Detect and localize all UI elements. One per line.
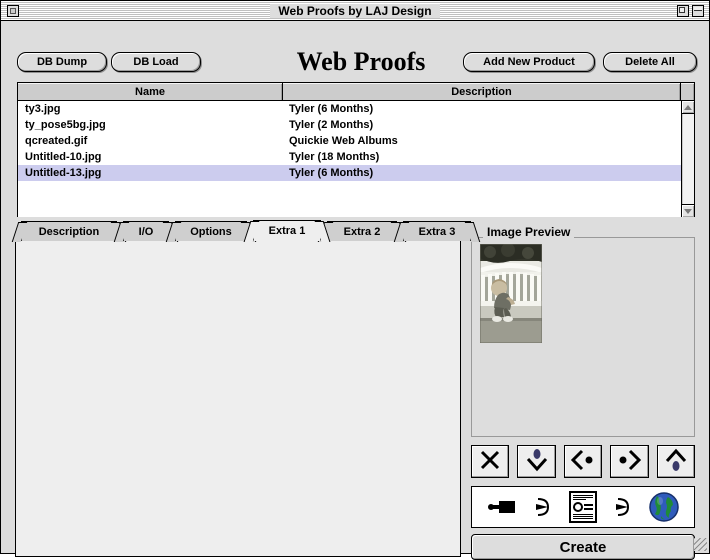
first-record-button[interactable] [656, 445, 696, 478]
film-negative-icon [487, 499, 517, 515]
row-description: Quickie Web Albums [289, 135, 398, 147]
arrow-right-dot-icon [616, 449, 642, 474]
delete-all-button[interactable]: Delete All [603, 52, 697, 72]
row-name: Untitled-10.jpg [25, 151, 102, 163]
window-titlebar[interactable]: Web Proofs by LAJ Design [1, 1, 709, 21]
tab-label: Description [38, 225, 100, 238]
table-row[interactable]: ty_pose5bg.jpg Tyler (2 Months) [18, 117, 681, 133]
tab-options[interactable]: Options [165, 221, 257, 242]
collapse-box-icon[interactable] [692, 5, 704, 17]
app-title: Web Proofs [296, 47, 426, 76]
row-description: Tyler (6 Months) [289, 167, 374, 179]
product-list[interactable]: Name Description ty3.jpg Tyler (6 Months)… [17, 82, 695, 217]
column-header-spacer [681, 83, 694, 100]
row-description: Tyler (2 Months) [289, 119, 374, 131]
tab-extra-3[interactable]: Extra 3 [393, 221, 481, 242]
arrow-left-dot-icon [570, 449, 596, 474]
tab-label: Extra 2 [343, 225, 381, 238]
table-row[interactable]: qcreated.gif Quickie Web Albums [18, 133, 681, 149]
row-name: ty_pose5bg.jpg [25, 119, 106, 131]
next-record-button[interactable] [610, 445, 649, 478]
tab-label: I/O [138, 225, 154, 238]
arrow-up-icon [665, 448, 687, 475]
close-box-icon[interactable] [7, 5, 19, 17]
product-list-rows: ty3.jpg Tyler (6 Months) ty_pose5bg.jpg Tyl… [18, 101, 681, 181]
arrow-curve-icon [534, 496, 552, 518]
scrollbar-track[interactable] [682, 114, 694, 204]
create-button[interactable]: Create [471, 534, 695, 560]
window-title: Web Proofs by LAJ Design [270, 3, 440, 18]
column-header-description[interactable]: Description [283, 83, 681, 100]
row-name: Untitled-13.jpg [25, 167, 102, 179]
arrow-down-icon [526, 448, 548, 475]
table-row[interactable]: ty3.jpg Tyler (6 Months) [18, 101, 681, 117]
row-description: Tyler (6 Months) [289, 103, 374, 115]
workflow-strip [471, 486, 695, 528]
row-name: ty3.jpg [25, 103, 61, 115]
top-toolbar: DB Dump DB Load Web Proofs Add New Produ… [1, 21, 709, 76]
zoom-box-icon[interactable] [677, 5, 689, 17]
tab-extra-1[interactable]: Extra 1 [243, 220, 331, 242]
tab-label: Extra 1 [268, 224, 306, 237]
image-preview-label: Image Preview [483, 225, 575, 239]
scroll-down-arrow-icon[interactable] [682, 204, 694, 217]
preview-thumbnail[interactable] [480, 244, 542, 343]
resize-grow-box[interactable] [694, 538, 707, 551]
tab-i-o[interactable]: I/O [113, 221, 179, 242]
tab-bar: Description I/O Options Extra 1 Extra 2 Extra… [11, 220, 481, 242]
tab-left-edge [11, 222, 28, 242]
tab-label: Options [190, 225, 232, 238]
product-list-header: Name Description [18, 83, 694, 101]
db-dump-button[interactable]: DB Dump [17, 52, 107, 72]
tab-description[interactable]: Description [11, 221, 127, 242]
db-load-button[interactable]: DB Load [111, 52, 201, 72]
product-list-scrollbar[interactable] [681, 101, 694, 217]
application-window: Web Proofs by LAJ Design DB Dump DB Load… [0, 0, 710, 560]
table-row[interactable]: Untitled-10.jpg Tyler (18 Months) [18, 149, 681, 165]
previous-record-button[interactable] [563, 445, 603, 478]
add-new-product-button[interactable]: Add New Product [463, 52, 595, 72]
tab-panel-extra-1 [15, 240, 461, 557]
last-record-button[interactable] [517, 445, 556, 478]
window-content: DB Dump DB Load Web Proofs Add New Produ… [1, 21, 709, 560]
scroll-up-arrow-icon[interactable] [682, 101, 694, 114]
column-header-name[interactable]: Name [18, 83, 283, 100]
app-root: Web Proofs by LAJ Design DB Dump DB Load… [0, 0, 710, 560]
delete-record-button[interactable] [471, 445, 510, 478]
table-row[interactable]: Untitled-13.jpg Tyler (6 Months) [18, 165, 681, 181]
record-navigation-buttons [471, 445, 696, 478]
document-page-icon [568, 491, 597, 523]
product-list-body: ty3.jpg Tyler (6 Months) ty_pose5bg.jpg Tyl… [18, 101, 694, 217]
close-x-icon [479, 449, 501, 474]
row-description: Tyler (18 Months) [289, 151, 380, 163]
tab-label: Extra 3 [418, 225, 456, 238]
titlebar-right-controls [677, 5, 704, 17]
arrow-curve-icon [614, 496, 632, 518]
row-name: qcreated.gif [25, 135, 88, 147]
globe-icon [649, 492, 680, 522]
tab-right-edge [464, 222, 481, 242]
tab-extra-2[interactable]: Extra 2 [317, 221, 407, 242]
